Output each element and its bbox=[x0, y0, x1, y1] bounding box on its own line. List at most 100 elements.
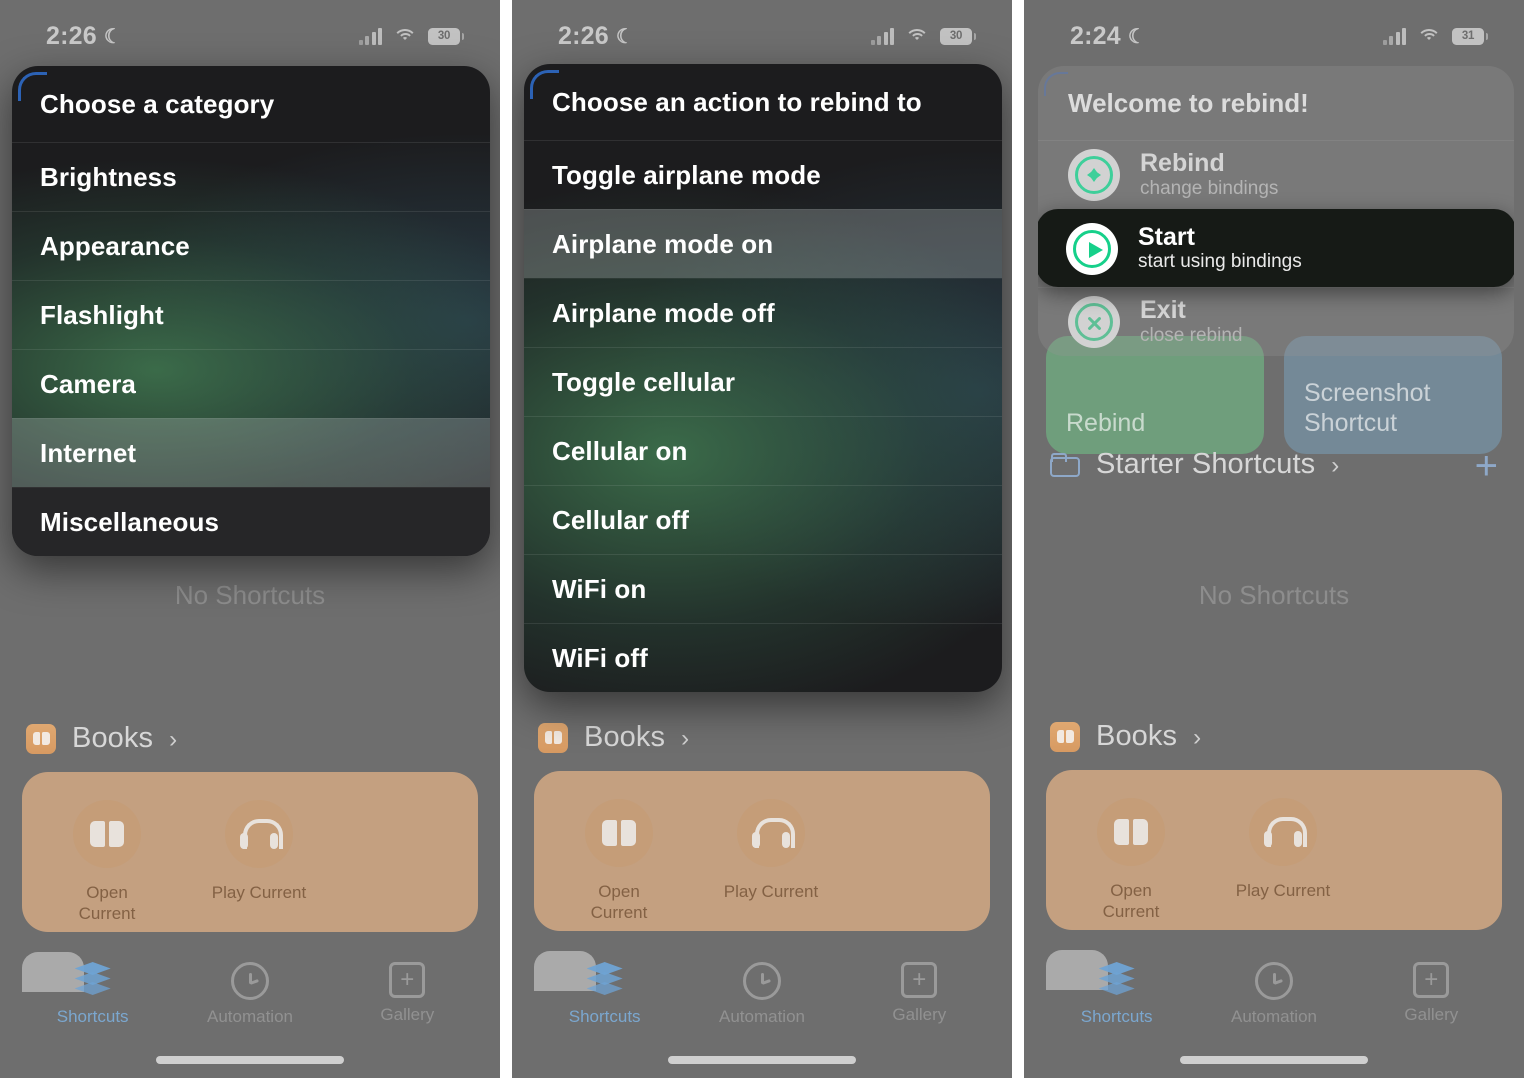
menu-item-appearance[interactable]: Appearance bbox=[12, 211, 490, 280]
welcome-item-title: Rebind bbox=[1140, 149, 1225, 178]
x-circle-icon bbox=[1068, 296, 1120, 348]
tile-label: Screenshot Shortcut bbox=[1304, 379, 1431, 437]
tile-label: Rebind bbox=[1066, 408, 1146, 437]
layers-icon bbox=[585, 962, 625, 1000]
books-app-icon bbox=[26, 723, 56, 754]
compass-icon bbox=[1068, 149, 1120, 201]
tab-automation[interactable]: Automation bbox=[1195, 956, 1352, 1027]
clock-icon bbox=[230, 962, 269, 1000]
wifi-icon bbox=[905, 27, 929, 45]
context-menu-category[interactable]: Choose a category Brightness Appearance … bbox=[12, 66, 490, 556]
tab-shortcuts[interactable]: Shortcuts bbox=[526, 956, 683, 1027]
tab-automation[interactable]: Automation bbox=[171, 956, 328, 1027]
books-section-header[interactable]: Books › bbox=[538, 721, 689, 754]
tab-label: Gallery bbox=[1404, 1005, 1459, 1024]
menu-item-wifi-on[interactable]: WiFi on bbox=[524, 554, 1002, 623]
clock-text: 2:24 bbox=[1070, 21, 1121, 50]
tab-shortcuts[interactable]: Shortcuts bbox=[14, 956, 171, 1027]
chevron-right-icon: › bbox=[1193, 723, 1202, 751]
status-bar-1: 2:26 ☾ 30 bbox=[0, 0, 500, 60]
widget-item-play-current[interactable]: Play Current bbox=[1228, 798, 1338, 901]
welcome-item-subtitle: change bindings bbox=[1140, 177, 1279, 199]
gallery-plus-icon bbox=[901, 962, 938, 998]
play-circle-icon bbox=[1066, 222, 1118, 275]
welcome-item-start[interactable]: Start start using bindings bbox=[1038, 209, 1514, 287]
tab-bar-2[interactable]: Shortcuts Automation Gallery bbox=[526, 956, 998, 1048]
menu-item-brightness[interactable]: Brightness bbox=[12, 142, 490, 211]
menu-item-miscellaneous[interactable]: Miscellaneous bbox=[12, 487, 490, 556]
menu-item-cellular-on[interactable]: Cellular on bbox=[524, 416, 1002, 485]
status-indicators: 30 bbox=[358, 27, 464, 45]
books-widget-card[interactable]: Open Current Play Current bbox=[22, 772, 478, 932]
tab-gallery[interactable]: Gallery bbox=[841, 956, 998, 1025]
moon-icon: ☾ bbox=[615, 26, 634, 48]
battery-level: 30 bbox=[949, 30, 963, 42]
screenshot-strip: No Shortcuts Books › Open Current Play C… bbox=[0, 0, 1524, 1078]
status-bar-3: 2:24 ☾ 31 bbox=[1024, 0, 1524, 60]
layers-icon bbox=[1097, 962, 1137, 1000]
home-indicator[interactable] bbox=[1180, 1056, 1368, 1064]
welcome-item-subtitle: start using bindings bbox=[1138, 251, 1302, 273]
tab-gallery[interactable]: Gallery bbox=[1353, 956, 1510, 1025]
wifi-icon bbox=[393, 27, 417, 45]
home-indicator[interactable] bbox=[668, 1056, 856, 1064]
books-section-title: Books bbox=[1096, 720, 1178, 752]
menu-item-airplane-mode-on[interactable]: Airplane mode on bbox=[524, 209, 1002, 278]
welcome-item-title: Start bbox=[1138, 222, 1195, 251]
tab-label: Automation bbox=[206, 1007, 293, 1026]
menu-item-flashlight[interactable]: Flashlight bbox=[12, 280, 490, 349]
starter-shortcuts-header[interactable]: Starter Shortcuts › bbox=[1050, 448, 1339, 481]
clock-icon bbox=[1254, 962, 1293, 1000]
books-widget-card[interactable]: Open Current Play Current bbox=[1046, 770, 1502, 930]
menu-item-wifi-off[interactable]: WiFi off bbox=[524, 623, 1002, 692]
widget-item-open-current[interactable]: Open Current bbox=[564, 799, 674, 924]
widget-item-label: Play Current bbox=[723, 882, 819, 901]
panel-divider-1 bbox=[500, 0, 512, 1078]
widget-item-open-current[interactable]: Open Current bbox=[52, 800, 162, 925]
menu-header: Choose a category bbox=[40, 88, 275, 119]
battery-level: 31 bbox=[1461, 30, 1475, 42]
cellular-bars-icon bbox=[1382, 27, 1406, 45]
books-app-icon bbox=[1050, 721, 1080, 752]
tab-bar-1[interactable]: Shortcuts Automation Gallery bbox=[14, 956, 486, 1048]
widget-item-label: Open Current bbox=[590, 882, 648, 923]
menu-item-toggle-airplane-mode[interactable]: Toggle airplane mode bbox=[524, 140, 1002, 209]
tab-gallery[interactable]: Gallery bbox=[329, 956, 486, 1025]
home-indicator[interactable] bbox=[156, 1056, 344, 1064]
empty-state-label: No Shortcuts bbox=[1198, 580, 1350, 610]
books-section-header[interactable]: Books › bbox=[1050, 720, 1201, 753]
clock-icon bbox=[742, 962, 781, 1000]
menu-item-airplane-mode-off[interactable]: Airplane mode off bbox=[524, 278, 1002, 347]
welcome-menu[interactable]: Welcome to rebind! Rebind change binding… bbox=[1038, 66, 1514, 356]
book-icon bbox=[1097, 798, 1165, 866]
books-app-icon bbox=[538, 722, 568, 753]
tab-shortcuts[interactable]: Shortcuts bbox=[1038, 956, 1195, 1027]
chevron-right-icon: › bbox=[1331, 451, 1340, 479]
widget-item-play-current[interactable]: Play Current bbox=[204, 800, 314, 903]
widget-item-open-current[interactable]: Open Current bbox=[1076, 798, 1186, 923]
welcome-item-exit[interactable]: Exit close rebind bbox=[1038, 287, 1514, 356]
status-indicators: 31 bbox=[1382, 27, 1488, 45]
tab-bar-3[interactable]: Shortcuts Automation Gallery bbox=[1038, 956, 1510, 1048]
menu-item-cellular-off[interactable]: Cellular off bbox=[524, 485, 1002, 554]
welcome-item-rebind[interactable]: Rebind change bindings bbox=[1038, 140, 1514, 209]
menu-item-internet[interactable]: Internet bbox=[12, 418, 490, 487]
tab-label: Shortcuts bbox=[1080, 1007, 1153, 1026]
menu-item-toggle-cellular[interactable]: Toggle cellular bbox=[524, 347, 1002, 416]
battery-icon: 30 bbox=[428, 27, 464, 45]
battery-icon: 31 bbox=[1452, 27, 1488, 45]
phone-panel-1: No Shortcuts Books › Open Current Play C… bbox=[0, 0, 500, 1078]
tab-automation[interactable]: Automation bbox=[683, 956, 840, 1027]
panel-divider-2 bbox=[1012, 0, 1024, 1078]
books-widget-card[interactable]: Open Current Play Current bbox=[534, 771, 990, 931]
widget-item-label: Open Current bbox=[78, 883, 136, 924]
add-shortcut-button[interactable]: + bbox=[1475, 446, 1498, 486]
context-menu-action[interactable]: Choose an action to rebind to Toggle air… bbox=[524, 64, 1002, 692]
menu-item-camera[interactable]: Camera bbox=[12, 349, 490, 418]
folder-icon bbox=[1050, 452, 1080, 477]
welcome-item-title: Exit bbox=[1140, 296, 1186, 325]
widget-item-play-current[interactable]: Play Current bbox=[716, 799, 826, 902]
books-section-header[interactable]: Books › bbox=[26, 722, 177, 755]
books-section-title: Books bbox=[584, 721, 666, 753]
widget-item-label: Open Current bbox=[1102, 881, 1160, 922]
